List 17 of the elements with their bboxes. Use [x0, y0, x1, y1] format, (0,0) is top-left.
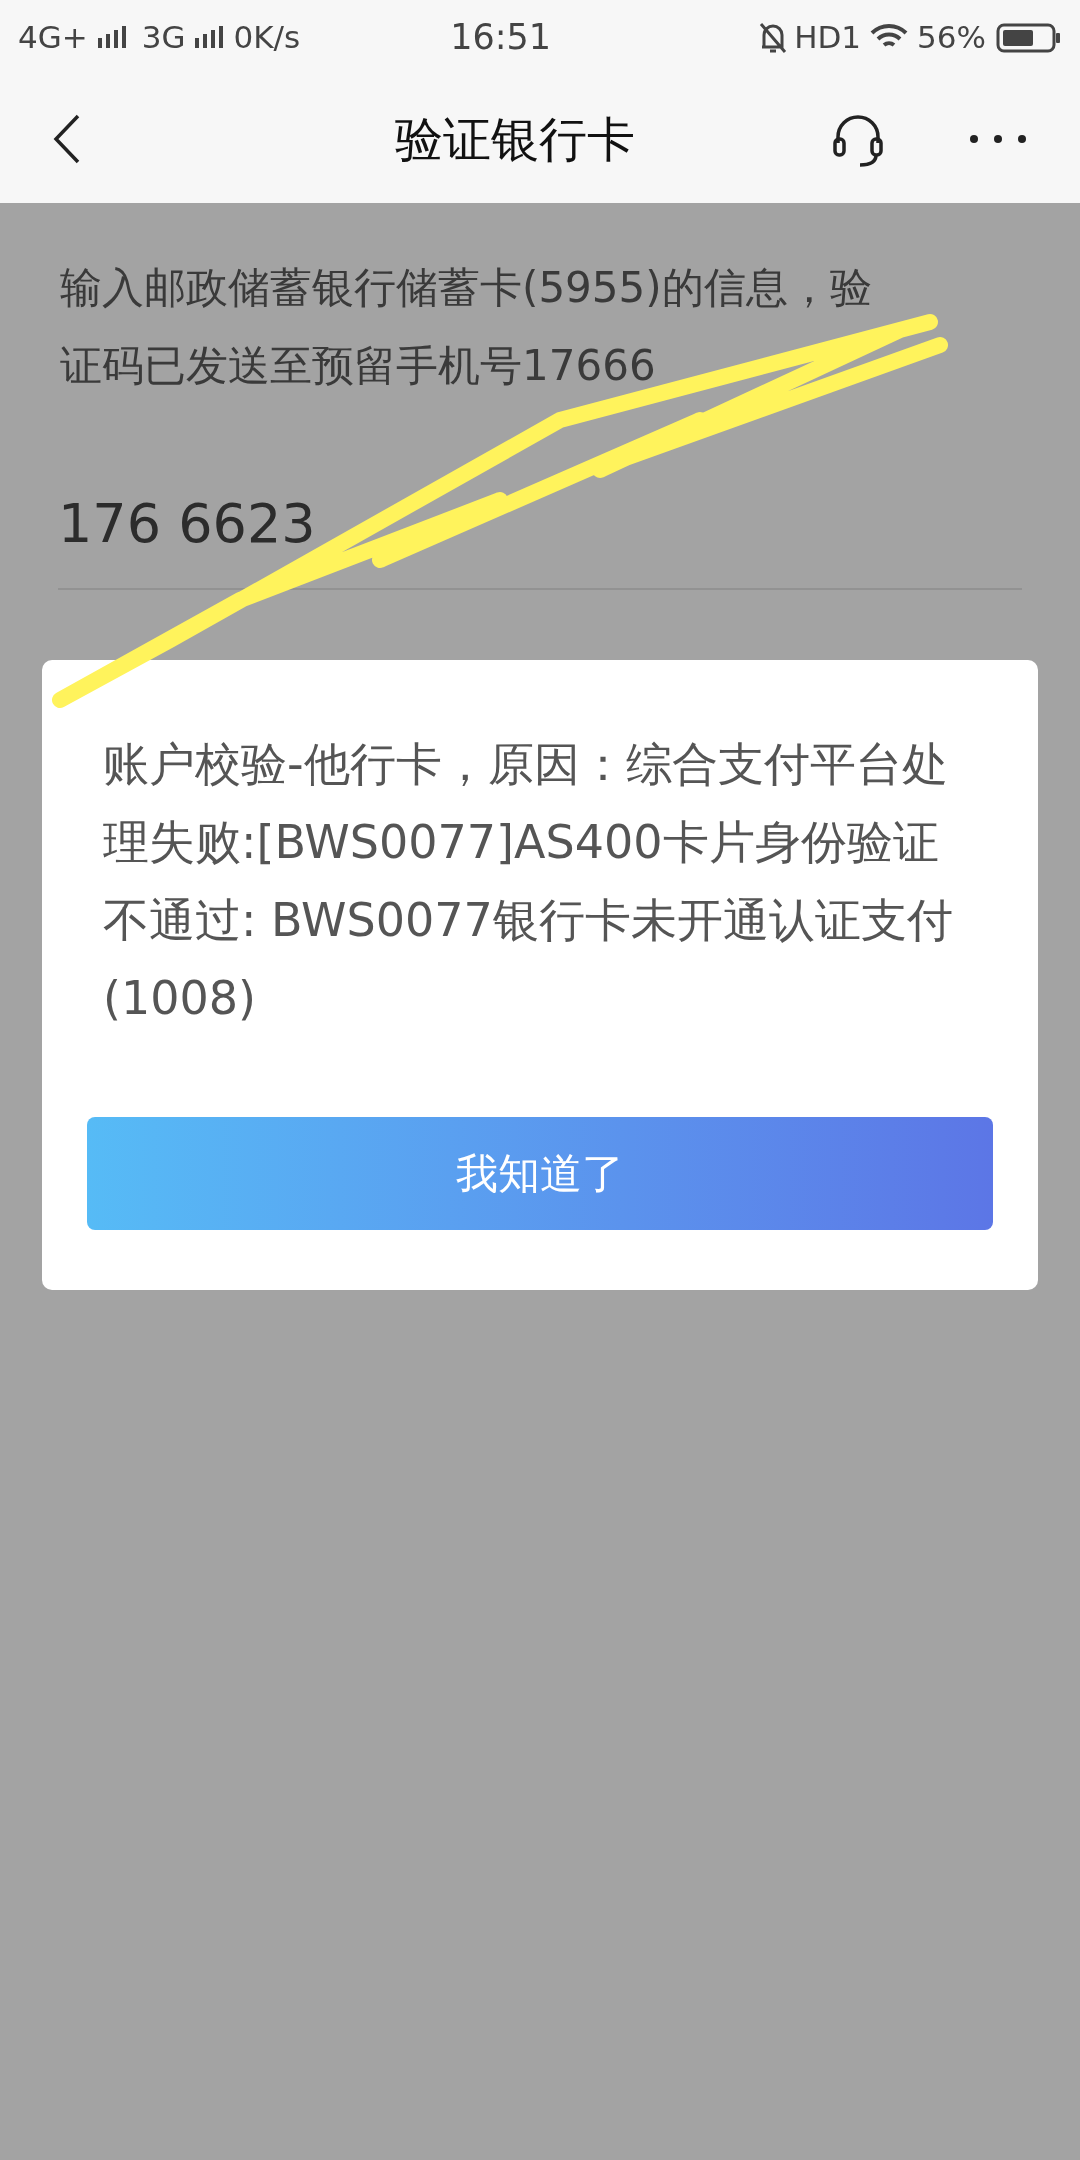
battery-label: 56%	[917, 18, 986, 58]
intro-text: 输入邮政储蓄银行储蓄卡(5955)的信息，验	[60, 262, 872, 314]
more-icon	[970, 135, 1026, 143]
network-label: 4G+	[18, 18, 88, 58]
bell-off-icon	[758, 20, 789, 55]
network-label: 3G	[141, 18, 186, 58]
phone-input[interactable]: 176 6623	[58, 483, 316, 564]
time-label: 16:51	[450, 16, 551, 60]
hd-label: HD1	[794, 18, 862, 58]
signal-icon	[95, 25, 126, 50]
confirm-button[interactable]: 我知道了	[87, 1117, 993, 1230]
dialog-message: 账户校验-他行卡，原因：综合支付平台处理失败:[BWS0077]AS400卡片身份验证不通过: BWS0077银行卡未开通认证支付(1008)	[102, 736, 954, 1027]
battery-icon	[996, 22, 1062, 53]
page-title: 验证银行卡	[395, 110, 635, 169]
signal-icon	[193, 25, 224, 50]
speed-label: 0K/s	[233, 18, 301, 58]
intro-text: 证码已发送至预留手机号17666	[60, 340, 656, 392]
